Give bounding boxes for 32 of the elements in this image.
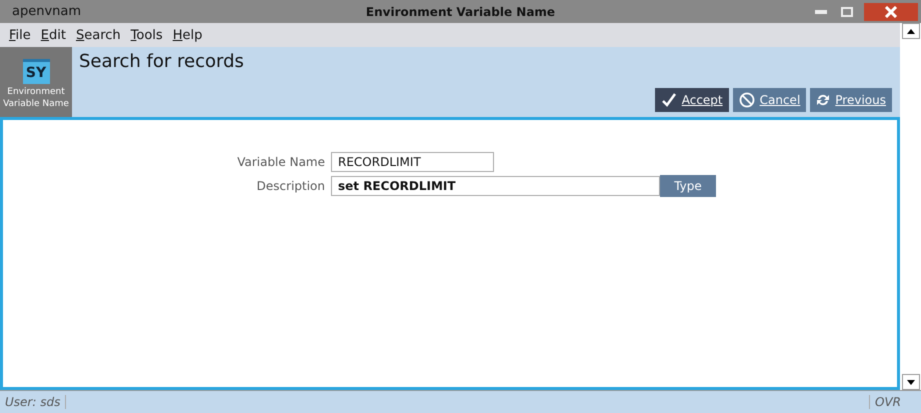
scroll-up-button[interactable] xyxy=(902,23,920,39)
menu-item[interactable]: File xyxy=(4,28,36,42)
down-arrow-icon xyxy=(906,380,914,384)
scrollbar[interactable] xyxy=(900,23,921,390)
close-button[interactable] xyxy=(864,2,918,20)
prohibited-icon xyxy=(738,92,755,108)
up-arrow-icon xyxy=(906,28,914,34)
maximize-icon xyxy=(841,6,853,16)
status-mode: OVR xyxy=(869,395,921,409)
cancel-button[interactable]: Cancel xyxy=(732,88,806,112)
previous-button[interactable]: Previous xyxy=(810,88,892,112)
field-label: Description xyxy=(256,179,326,193)
field-label: Variable Name xyxy=(236,155,326,169)
checkmark-icon xyxy=(660,92,677,108)
module-label: Environment Variable Name xyxy=(2,86,70,110)
scroll-down-button[interactable] xyxy=(902,374,920,390)
input-field[interactable]: set RECORDLIMIT xyxy=(331,176,660,196)
window-title: Environment Variable Name xyxy=(364,4,556,18)
refresh-icon xyxy=(816,92,830,108)
page-heading: Search for records xyxy=(79,51,245,72)
close-icon xyxy=(884,6,898,18)
menu-item[interactable]: Help xyxy=(168,28,208,42)
module-badge: SY xyxy=(22,59,50,84)
menu-item[interactable]: Tools xyxy=(126,28,168,42)
accept-button[interactable]: Accept xyxy=(654,88,729,112)
type-button[interactable]: Type xyxy=(660,175,716,197)
menu-item[interactable]: Edit xyxy=(36,28,71,42)
minimize-icon xyxy=(815,10,827,14)
status-user: User: sds xyxy=(0,395,66,409)
app-name: apenvnam xyxy=(11,4,82,19)
menu-item[interactable]: Search xyxy=(70,28,126,42)
input-field[interactable]: RECORDLIMIT xyxy=(331,152,494,172)
